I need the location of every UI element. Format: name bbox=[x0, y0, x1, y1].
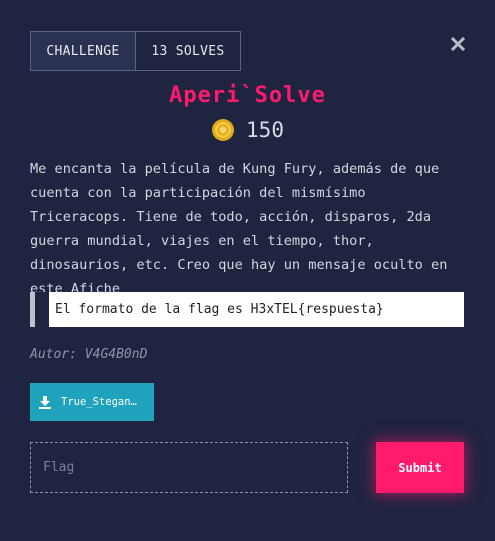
challenge-modal: CHALLENGE 13 SOLVES Aperi`Solve 150 Me e… bbox=[0, 0, 495, 541]
flag-input[interactable] bbox=[30, 442, 348, 493]
tab-solves[interactable]: 13 SOLVES bbox=[135, 31, 241, 71]
challenge-description: Me encanta la película de Kung Fury, ade… bbox=[30, 161, 448, 297]
download-file-button[interactable]: True_Stegan… bbox=[30, 383, 154, 421]
flag-format-text: El formato de la flag es H3xTEL{respuest… bbox=[49, 292, 464, 327]
download-icon bbox=[38, 395, 52, 409]
coin-icon bbox=[211, 118, 235, 142]
points-value: 150 bbox=[246, 118, 284, 142]
challenge-author: Autor: V4G4B0nD bbox=[30, 347, 148, 362]
close-icon[interactable] bbox=[450, 36, 466, 52]
download-file-label: True_Stegan… bbox=[61, 396, 137, 408]
challenge-tabs: CHALLENGE 13 SOLVES bbox=[30, 31, 241, 71]
challenge-title: Aperi`Solve bbox=[169, 83, 326, 108]
challenge-points: 150 bbox=[0, 118, 495, 142]
submit-button[interactable]: Submit bbox=[376, 442, 464, 493]
flag-format-quote: El formato de la flag es H3xTEL{respuest… bbox=[30, 292, 464, 327]
tab-challenge[interactable]: CHALLENGE bbox=[30, 31, 136, 71]
